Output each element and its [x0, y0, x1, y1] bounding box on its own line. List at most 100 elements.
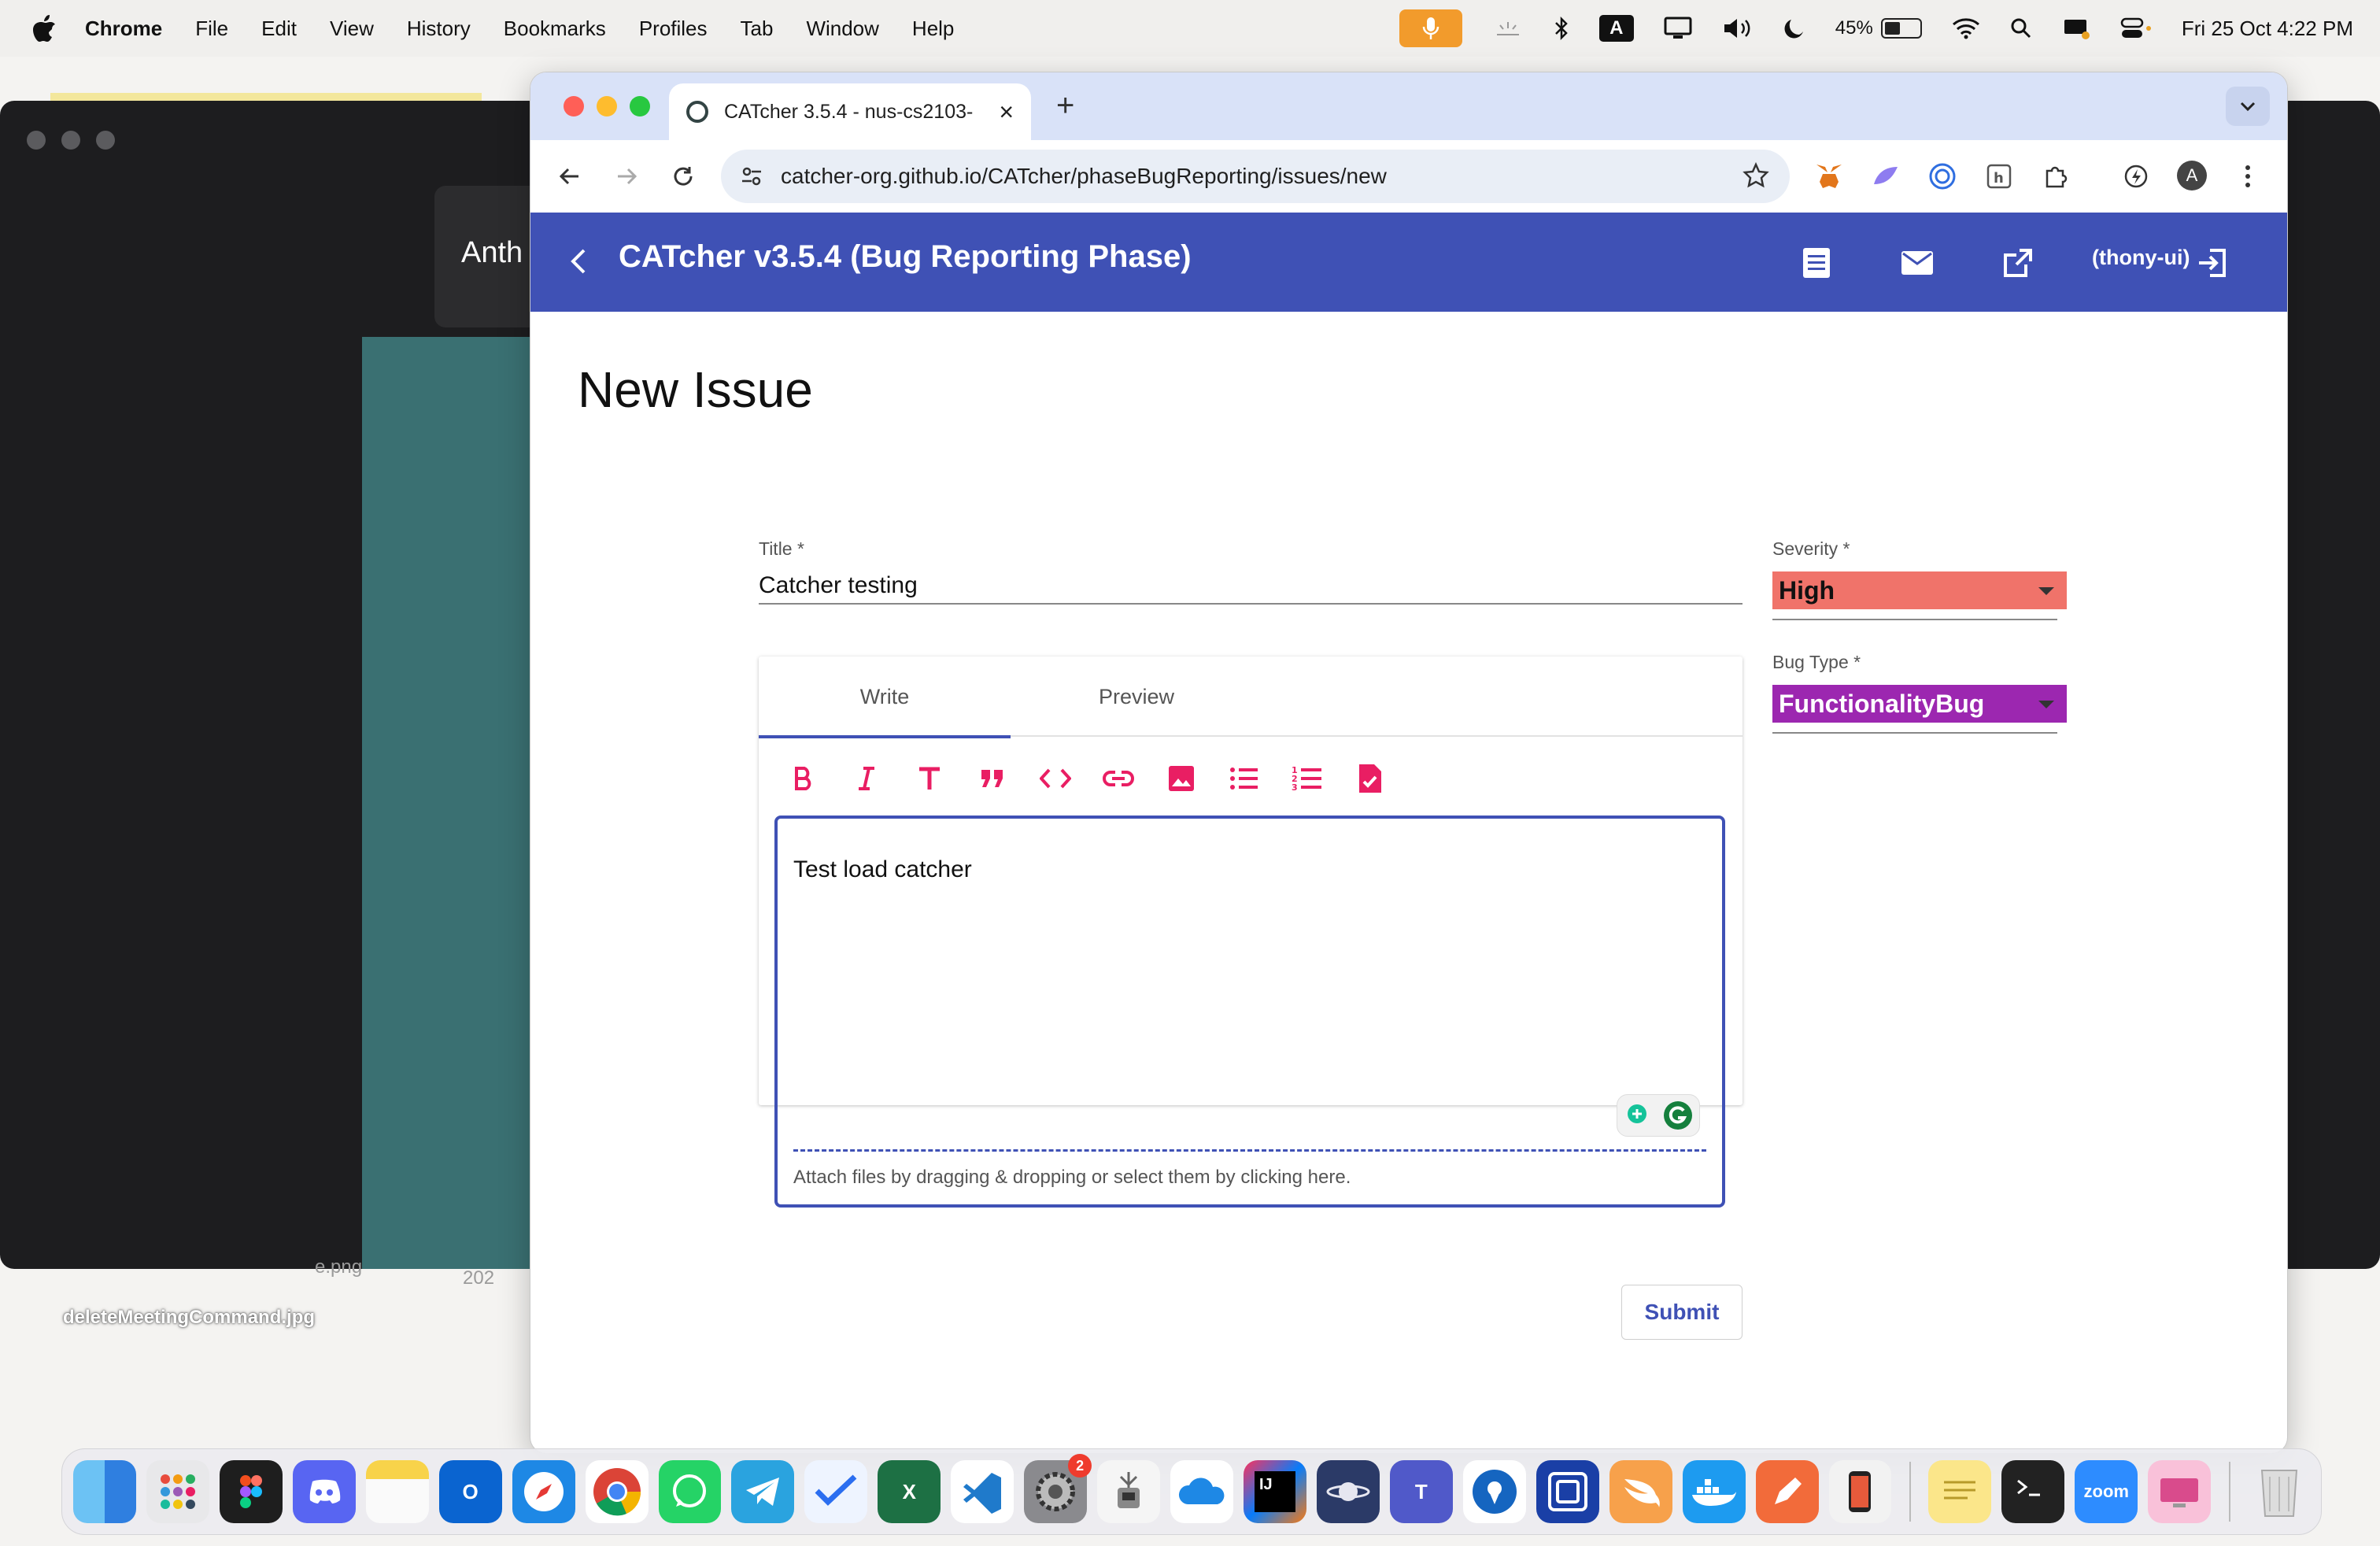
- screen-share-icon[interactable]: [2062, 17, 2090, 40]
- clock-datetime[interactable]: Fri 25 Oct 4:22 PM: [2182, 17, 2353, 41]
- back-chevron-icon[interactable]: [567, 246, 590, 281]
- new-tab-button[interactable]: +: [1056, 88, 1074, 124]
- stickies-icon[interactable]: [1928, 1460, 1992, 1523]
- bugtype-select[interactable]: FunctionalityBug: [1772, 685, 2067, 723]
- focus-moon-icon[interactable]: [1783, 17, 1805, 39]
- chrome-menu-kebab-icon[interactable]: [2232, 161, 2264, 192]
- performance-icon[interactable]: [2120, 161, 2152, 192]
- open-external-icon[interactable]: [1999, 244, 2037, 282]
- address-bar[interactable]: catcher-org.github.io/CATcher/phaseBugRe…: [721, 150, 1790, 203]
- menu-help[interactable]: Help: [912, 17, 954, 41]
- discord-icon[interactable]: [292, 1460, 356, 1523]
- browser-tab-catcher[interactable]: CATcher 3.5.4 - nus-cs2103- ×: [669, 83, 1031, 140]
- grammarly-logo-icon[interactable]: [1662, 1100, 1694, 1131]
- notes-icon[interactable]: [365, 1460, 429, 1523]
- whatsapp-icon[interactable]: [658, 1460, 722, 1523]
- zoom-icon[interactable]: zoom: [2075, 1460, 2138, 1523]
- back-arrow-icon[interactable]: [552, 159, 587, 194]
- control-center-icon[interactable]: [2120, 17, 2152, 39]
- close-window-button[interactable]: [564, 96, 584, 117]
- menu-window[interactable]: Window: [806, 17, 878, 41]
- spotlight-search-icon[interactable]: [2010, 17, 2032, 39]
- site-settings-icon[interactable]: [740, 165, 763, 188]
- volume-icon[interactable]: [1722, 17, 1754, 40]
- chrome-icon[interactable]: [585, 1460, 649, 1523]
- desktop-file-label[interactable]: deleteMeetingCommand.jpg: [63, 1305, 315, 1330]
- extension-h-icon[interactable]: h: [1983, 161, 2015, 192]
- link-icon[interactable]: [1097, 757, 1140, 800]
- submit-button[interactable]: Submit: [1621, 1285, 1743, 1340]
- logout-icon[interactable]: [2194, 244, 2232, 282]
- finder-icon[interactable]: [73, 1460, 136, 1523]
- system-settings-icon[interactable]: 2: [1024, 1454, 1092, 1523]
- metamask-fox-icon[interactable]: [1813, 161, 1845, 192]
- title-input[interactable]: [759, 568, 1743, 605]
- extensions-puzzle-icon[interactable]: [2040, 161, 2071, 192]
- planet-app-icon[interactable]: [1316, 1460, 1380, 1523]
- concentric-squares-app-icon[interactable]: [1536, 1460, 1599, 1523]
- quote-icon[interactable]: [971, 757, 1014, 800]
- extension-purple-icon[interactable]: [1870, 161, 1901, 192]
- mail-icon[interactable]: [1898, 244, 1936, 282]
- image-icon[interactable]: [1160, 757, 1203, 800]
- terminal-icon[interactable]: [2001, 1460, 2065, 1523]
- menu-file[interactable]: File: [195, 17, 228, 41]
- minimize-window-button[interactable]: [597, 96, 617, 117]
- menu-app-chrome[interactable]: Chrome: [85, 17, 162, 41]
- tab-preview[interactable]: Preview: [1011, 656, 1262, 737]
- menu-history[interactable]: History: [407, 17, 471, 41]
- task-list-icon[interactable]: [1349, 757, 1391, 800]
- docker-icon[interactable]: [1682, 1460, 1746, 1523]
- numbered-list-icon[interactable]: 123: [1286, 757, 1329, 800]
- simulator-phone-icon[interactable]: [1828, 1460, 1892, 1523]
- tasks-app-icon[interactable]: [804, 1460, 868, 1523]
- input-source-icon[interactable]: A: [1598, 15, 1634, 42]
- excel-icon[interactable]: X: [878, 1460, 941, 1523]
- code-icon[interactable]: [1034, 757, 1077, 800]
- menu-tab[interactable]: Tab: [741, 17, 774, 41]
- bookmark-star-icon[interactable]: [1743, 162, 1769, 189]
- heading-icon[interactable]: [908, 757, 951, 800]
- menu-bookmarks[interactable]: Bookmarks: [504, 17, 606, 41]
- vscode-icon[interactable]: [951, 1460, 1014, 1523]
- bulleted-list-icon[interactable]: [1223, 757, 1266, 800]
- teams-icon[interactable]: T: [1389, 1460, 1453, 1523]
- bluetooth-icon[interactable]: [1554, 16, 1569, 41]
- background-right-window[interactable]: [2275, 101, 2380, 1269]
- issue-list-icon[interactable]: [1798, 244, 1835, 282]
- intellij-icon[interactable]: IJ: [1244, 1460, 1306, 1523]
- trash-icon[interactable]: [2248, 1460, 2311, 1523]
- reload-icon[interactable]: [666, 159, 700, 194]
- severity-select[interactable]: High: [1772, 571, 2067, 609]
- screen-sharing-icon[interactable]: [2148, 1460, 2212, 1523]
- attach-files-hint[interactable]: Attach files by dragging & dropping or s…: [793, 1167, 1351, 1189]
- swift-playgrounds-icon[interactable]: [1609, 1460, 1672, 1523]
- display-icon[interactable]: [1664, 17, 1692, 40]
- figma-icon[interactable]: [219, 1460, 283, 1523]
- battery-status[interactable]: 45%: [1835, 17, 1922, 39]
- outlook-icon[interactable]: O: [438, 1460, 502, 1523]
- tab-write[interactable]: Write: [759, 656, 1011, 738]
- telegram-icon[interactable]: [731, 1460, 795, 1523]
- forward-arrow-icon[interactable]: [609, 159, 644, 194]
- pen-app-icon[interactable]: [1755, 1460, 1819, 1523]
- description-textarea[interactable]: Test load catcher Attach files by draggi…: [774, 816, 1725, 1208]
- bold-icon[interactable]: [782, 757, 825, 800]
- safari-icon[interactable]: [512, 1460, 575, 1523]
- italic-icon[interactable]: [845, 757, 888, 800]
- profile-avatar[interactable]: A: [2177, 161, 2207, 190]
- menu-edit[interactable]: Edit: [261, 17, 297, 41]
- menu-profiles[interactable]: Profiles: [639, 17, 708, 41]
- maximize-window-button[interactable]: [630, 96, 650, 117]
- tab-search-chevron-icon[interactable]: [2226, 87, 2270, 126]
- automator-robot-icon[interactable]: [1097, 1460, 1161, 1523]
- onedrive-icon[interactable]: [1170, 1460, 1233, 1523]
- close-tab-icon[interactable]: ×: [999, 98, 1014, 127]
- brightness-icon[interactable]: [1492, 19, 1524, 38]
- wifi-icon[interactable]: [1952, 17, 1980, 39]
- extension-spiral-icon[interactable]: [1927, 161, 1958, 192]
- grammarly-suggestion-icon[interactable]: [1624, 1102, 1650, 1129]
- apple-logo-icon[interactable]: [31, 14, 57, 43]
- location-pin-app-icon[interactable]: [1462, 1460, 1526, 1523]
- menu-view[interactable]: View: [330, 17, 374, 41]
